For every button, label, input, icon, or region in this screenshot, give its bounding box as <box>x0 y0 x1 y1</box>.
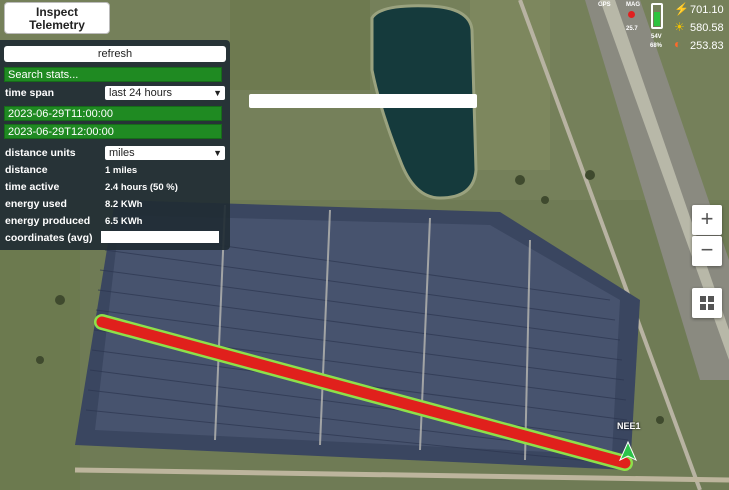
layers-button[interactable] <box>692 288 722 318</box>
distance-units-select[interactable]: miles ▼ <box>105 146 225 160</box>
distance-units-label: distance units <box>5 147 76 159</box>
battery-icon <box>651 3 663 29</box>
chevron-down-icon: ▼ <box>213 88 222 98</box>
stat-value-time-active: 2.4 hours (50 %) <box>105 182 178 193</box>
info-bar <box>249 94 477 108</box>
coordinates-label: coordinates (avg) <box>5 232 93 244</box>
solar-sun-icon: ☀ <box>674 20 685 34</box>
status-bar: GPS MAG 25.7 54V 68% ⚡ 701.10 ☀ 580.58 ◐… <box>590 0 729 56</box>
stat-label-energy-used: energy used <box>5 198 67 210</box>
coordinates-field[interactable] <box>101 231 219 243</box>
search-stats-input[interactable]: Search stats... <box>4 67 222 82</box>
rover-marker-label[interactable]: NEE1 <box>617 421 641 431</box>
chevron-down-icon: ▼ <box>213 148 222 158</box>
inspect-telemetry-button[interactable]: Inspect Telemetry <box>4 2 110 34</box>
battery-level-fill <box>654 12 660 26</box>
battery-voltage: 54V <box>651 34 662 40</box>
zoom-in-button[interactable]: + <box>692 205 722 235</box>
stat-value-distance: 1 miles <box>105 165 138 176</box>
time-span-value: last 24 hours <box>109 87 172 99</box>
mag-value: 25.7 <box>626 26 638 32</box>
stat-label-energy-produced: energy produced <box>5 215 91 227</box>
power-value: 701.10 <box>690 4 724 16</box>
layers-icon <box>700 296 714 310</box>
mag-dot-icon <box>628 11 635 18</box>
zoom-out-button[interactable]: − <box>692 236 722 266</box>
start-time-input[interactable]: 2023-06-29T11:00:00 <box>4 106 222 121</box>
mag-label: MAG <box>626 2 640 8</box>
time-span-select[interactable]: last 24 hours ▼ <box>105 86 225 100</box>
power-bolt-icon: ⚡ <box>674 2 689 16</box>
consumption-gauge-icon: ◐ <box>674 37 682 51</box>
solar-value: 580.58 <box>690 22 724 34</box>
stat-label-time-active: time active <box>5 181 60 193</box>
telemetry-panel: refresh Search stats... time span last 2… <box>0 40 230 250</box>
stat-value-energy-used: 8.2 KWh <box>105 199 143 210</box>
gps-label: GPS <box>598 2 611 8</box>
stat-value-energy-produced: 6.5 KWh <box>105 216 143 227</box>
end-time-input[interactable]: 2023-06-29T12:00:00 <box>4 124 222 139</box>
distance-units-value: miles <box>109 147 135 159</box>
refresh-button[interactable]: refresh <box>4 46 226 62</box>
consumption-value: 253.83 <box>690 40 724 52</box>
battery-percent: 68% <box>650 43 663 49</box>
time-span-label: time span <box>5 87 55 99</box>
stat-label-distance: distance <box>5 164 48 176</box>
